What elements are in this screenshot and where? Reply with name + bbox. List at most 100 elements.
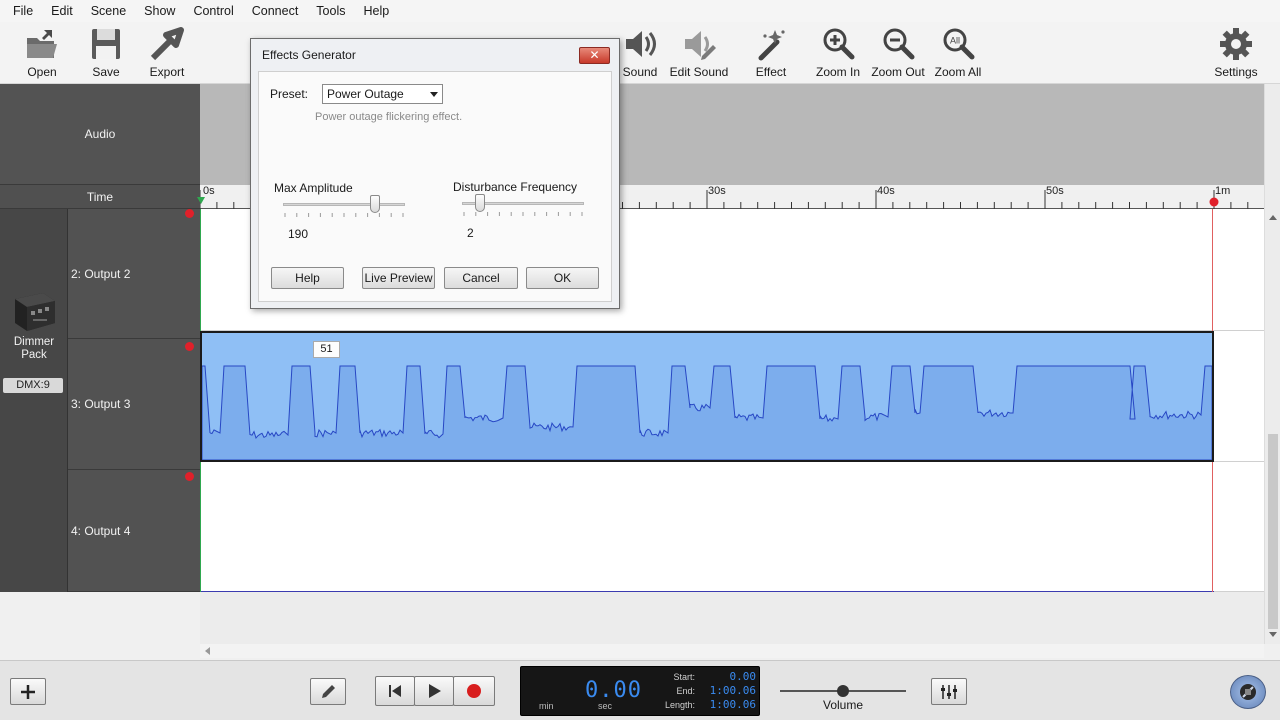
menu-file[interactable]: File — [4, 0, 42, 22]
device-name: Dimmer Pack — [13, 336, 55, 361]
edit-sound-label: Edit Sound — [669, 65, 729, 79]
dmx-address-badge: DMX:9 — [3, 378, 63, 393]
menu-control[interactable]: Control — [184, 0, 242, 22]
time-label: Time — [86, 189, 114, 204]
track-header-panel: Audio Time Dimmer Pack DMX:9 2: Output 2… — [0, 84, 200, 592]
save-label: Save — [92, 65, 120, 79]
time-track-header: Time — [0, 185, 200, 209]
max-amplitude-slider[interactable] — [283, 203, 405, 206]
volume-slider[interactable] — [780, 685, 906, 697]
open-button[interactable]: Open — [7, 26, 77, 82]
time-display: 0.00 min sec Start: 0.00 End: 1:00.06 Le… — [520, 666, 760, 716]
effect-button[interactable]: Effect — [736, 26, 806, 82]
play-button[interactable] — [414, 676, 454, 706]
horizontal-scrollbar[interactable] — [200, 644, 1264, 658]
dialog-titlebar[interactable]: Effects Generator ✕ — [251, 39, 619, 71]
disturbance-frequency-thumb[interactable] — [475, 194, 486, 212]
menu-bar: File Edit Scene Show Control Connect Too… — [0, 0, 1280, 22]
menu-connect[interactable]: Connect — [243, 0, 308, 22]
vertical-scrollbar[interactable] — [1264, 84, 1280, 644]
min-label: min — [539, 701, 554, 711]
menu-tools[interactable]: Tools — [307, 0, 354, 22]
output-label: 4: Output 4 — [71, 523, 131, 538]
audio-track-header[interactable]: Audio — [0, 84, 200, 185]
speaker-edit-icon — [681, 26, 717, 62]
skip-back-icon — [389, 685, 401, 697]
length-value: 1:00.06 — [709, 698, 756, 711]
effect-block[interactable] — [200, 331, 1214, 462]
preset-dropdown[interactable]: Power Outage — [322, 84, 443, 104]
scroll-left-icon[interactable] — [204, 647, 210, 655]
speaker-icon — [622, 26, 658, 62]
start-marker-icon[interactable] — [196, 196, 206, 206]
menu-help[interactable]: Help — [354, 0, 398, 22]
add-button[interactable] — [10, 678, 46, 705]
end-marker-icon[interactable] — [1208, 196, 1220, 208]
rewind-button[interactable] — [375, 676, 415, 706]
disturbance-frequency-ticks — [463, 212, 583, 216]
close-icon: ✕ — [589, 48, 600, 62]
max-amplitude-ticks — [284, 213, 404, 217]
dimmer-pack-icon[interactable] — [11, 289, 57, 336]
effect-waveform — [202, 365, 1212, 460]
current-time: 0.00 — [585, 678, 642, 703]
menu-scene[interactable]: Scene — [82, 0, 135, 22]
zoom-all-badge: All — [950, 36, 960, 46]
pencil-button[interactable] — [310, 678, 346, 705]
toolbar: Open Save Export Sound Edit Sound Effect — [0, 22, 1280, 84]
zoom-in-icon — [820, 26, 856, 62]
live-preview-button[interactable]: Live Preview — [362, 267, 435, 289]
export-button[interactable]: Export — [132, 26, 202, 82]
zoom-out-icon — [880, 26, 916, 62]
magic-wand-icon — [753, 26, 789, 62]
volume-thumb[interactable] — [837, 685, 849, 697]
ruler-label: 30s — [708, 185, 726, 197]
menu-show[interactable]: Show — [135, 0, 184, 22]
zoom-all-button[interactable]: All Zoom All — [923, 26, 993, 82]
open-label: Open — [27, 65, 57, 79]
end-label: End: — [676, 686, 695, 696]
output-row-4[interactable]: 4: Output 4 — [68, 470, 200, 592]
output-label: 2: Output 2 — [71, 266, 131, 281]
help-button[interactable]: Help — [271, 267, 344, 289]
record-arm-dot[interactable] — [185, 209, 194, 218]
export-arrow-icon — [149, 26, 185, 62]
settings-button[interactable]: Settings — [1201, 26, 1271, 82]
scroll-thumb[interactable] — [1268, 434, 1278, 629]
edit-sound-button[interactable]: Edit Sound — [664, 26, 734, 82]
gear-icon — [1218, 26, 1254, 62]
output-4-lane[interactable] — [200, 462, 1264, 592]
mixer-button[interactable] — [931, 678, 967, 705]
record-arm-dot[interactable] — [185, 472, 194, 481]
cancel-button[interactable]: Cancel — [444, 267, 518, 289]
mixer-sliders-icon — [941, 684, 957, 699]
record-button[interactable] — [453, 676, 495, 706]
scroll-up-icon[interactable] — [1269, 214, 1277, 220]
play-icon — [429, 684, 441, 698]
ok-button[interactable]: OK — [526, 267, 599, 289]
output-row-3[interactable]: 3: Output 3 — [68, 339, 200, 470]
save-button[interactable]: Save — [71, 26, 141, 82]
max-amplitude-thumb[interactable] — [369, 195, 380, 213]
output-row-2[interactable]: 2: Output 2 — [68, 209, 200, 339]
sec-label: sec — [598, 701, 613, 711]
end-value: 1:00.06 — [709, 684, 756, 697]
folder-open-icon — [24, 26, 60, 62]
audio-label: Audio — [84, 127, 116, 141]
output-label: 3: Output 3 — [71, 397, 131, 411]
preset-description: Power outage flickering effect. — [315, 111, 463, 123]
ruler-label: 40s — [877, 185, 895, 197]
pencil-icon — [322, 684, 335, 698]
start-label: Start: — [673, 672, 695, 682]
record-arm-dot[interactable] — [185, 342, 194, 351]
preset-value: Power Outage — [327, 87, 404, 101]
close-button[interactable]: ✕ — [579, 47, 610, 64]
disconnected-plug-icon — [1240, 684, 1256, 700]
timeline-empty-area — [200, 592, 1264, 644]
menu-edit[interactable]: Edit — [42, 0, 82, 22]
scroll-down-icon[interactable] — [1269, 632, 1277, 638]
ruler-label: 50s — [1046, 185, 1064, 197]
connection-button[interactable] — [1230, 675, 1266, 709]
start-value: 0.00 — [729, 670, 757, 683]
plus-icon — [21, 684, 35, 699]
